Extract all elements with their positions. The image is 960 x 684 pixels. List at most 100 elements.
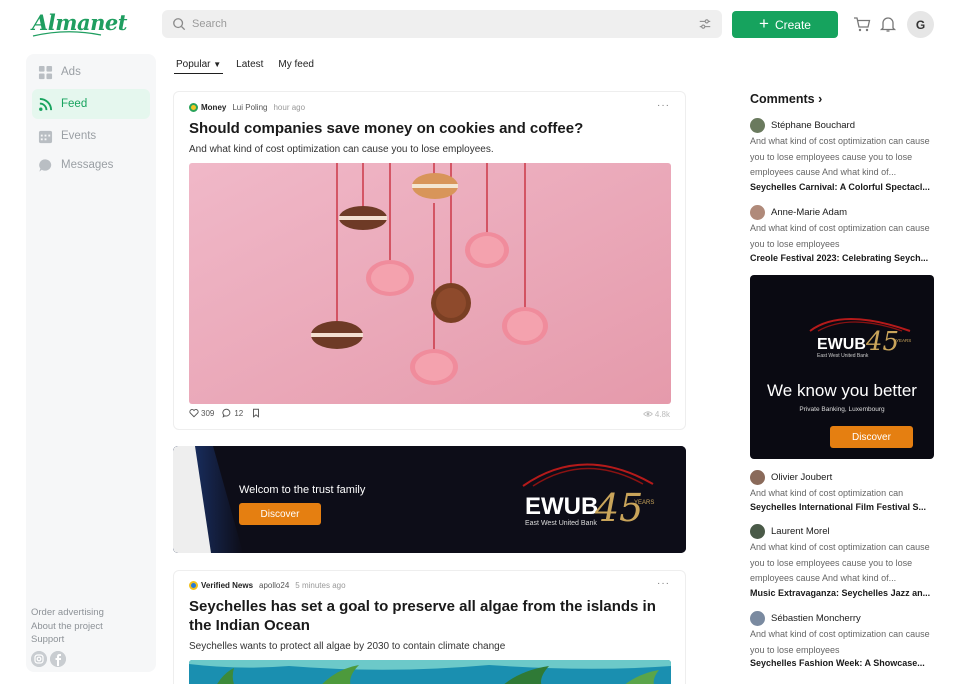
post-image[interactable] <box>189 660 671 684</box>
author-name: Olivier Joubert <box>771 472 833 483</box>
sidebar-item-label: Messages <box>61 159 114 171</box>
chevron-down-icon: ▼ <box>213 60 222 69</box>
discover-button[interactable]: Discover <box>830 426 913 448</box>
post-time: 5 minutes ago <box>295 581 346 590</box>
bookmark-button[interactable] <box>251 408 261 418</box>
comment-author[interactable]: Laurent Morel <box>750 524 830 539</box>
comment-text: And what kind of cost optimization can c… <box>750 223 930 249</box>
post-meta: Money Lui Poling hour ago <box>189 103 305 112</box>
avatar <box>750 470 765 485</box>
more-options-icon[interactable]: ··· <box>657 100 670 111</box>
heart-icon <box>189 409 199 418</box>
avatar <box>750 611 765 626</box>
post-card[interactable]: Verified News apollo24 5 minutes ago ···… <box>173 570 686 684</box>
search-bar[interactable] <box>162 10 722 38</box>
bookmark-icon <box>253 408 260 418</box>
algae-image <box>189 660 671 684</box>
post-meta: Verified News apollo24 5 minutes ago <box>189 581 346 590</box>
filter-icon[interactable] <box>698 17 712 31</box>
ewub-years: YEARS <box>896 338 912 343</box>
cookies-image <box>189 163 671 404</box>
post-subtitle: Seychelles wants to protect all algae by… <box>189 641 506 652</box>
like-button[interactable]: 309 <box>189 408 214 418</box>
comments-heading[interactable]: Comments › <box>750 92 822 106</box>
instagram-icon[interactable] <box>31 651 47 667</box>
create-label: Create <box>774 17 811 32</box>
ewub-subtitle: East West United Bank <box>525 520 597 527</box>
tab-popular[interactable]: Popular ▼ <box>174 59 224 74</box>
cart-icon[interactable] <box>853 15 871 33</box>
views-label: 4.8k <box>654 409 670 419</box>
comment-author[interactable]: Stéphane Bouchard <box>750 118 855 133</box>
view-count: 4.8k <box>642 409 670 419</box>
banner-text: Welcom to the trust family <box>239 484 366 496</box>
discover-button[interactable]: Discover <box>239 503 321 525</box>
post-card[interactable]: Money Lui Poling hour ago ··· Should com… <box>173 91 686 430</box>
logo-swoosh-icon <box>32 31 102 37</box>
ad-banner[interactable]: Welcom to the trust family Discover EWUB… <box>173 446 686 553</box>
comment-post-link[interactable]: Creole Festival 2023: Celebrating Seych.… <box>750 253 936 263</box>
sidebar-item-label: Ads <box>61 66 81 78</box>
comment-button[interactable]: 12 <box>222 408 243 418</box>
plus-icon: + <box>759 14 769 33</box>
post-author[interactable]: apollo24 <box>259 581 289 590</box>
sidebar-item-label: Feed <box>61 98 88 110</box>
post-author[interactable]: Lui Poling <box>232 103 267 112</box>
sidebar-ad[interactable]: EWUB 45 YEARS East West United Bank We k… <box>750 275 934 459</box>
sidebar-item-feed[interactable]: Feed <box>32 89 150 119</box>
ewub-45: 45 <box>866 327 900 357</box>
comments-heading-label: Comments <box>750 92 815 106</box>
category-badge[interactable]: Money <box>189 103 226 112</box>
tab-latest[interactable]: Latest <box>234 59 265 74</box>
feed-tabs: Popular ▼ Latest My feed <box>174 59 316 74</box>
category-badge[interactable]: Verified News <box>189 581 253 590</box>
author-name: Anne-Marie Adam <box>771 207 848 218</box>
sidebar-item-label: Events <box>61 130 97 142</box>
tab-label: Popular <box>176 59 211 70</box>
author-name: Stéphane Bouchard <box>771 120 855 131</box>
sidebar-item-messages[interactable]: Messages <box>32 150 150 180</box>
verified-icon <box>189 581 198 590</box>
ewub-logo: EWUB <box>817 336 866 353</box>
sidebar: Ads Feed Events Messages Order advertisi… <box>26 54 156 672</box>
footer-link-order-advertising[interactable]: Order advertising <box>31 607 104 618</box>
comment-post-link[interactable]: Seychelles International Film Festival S… <box>750 502 936 512</box>
more-options-icon[interactable]: ··· <box>657 578 670 589</box>
rss-icon <box>39 97 53 111</box>
user-avatar[interactable]: G <box>907 11 934 38</box>
calendar-icon <box>38 130 53 143</box>
ewub-logo: EWUB <box>525 493 599 520</box>
chevron-right-icon: › <box>818 92 823 106</box>
footer-link-support[interactable]: Support <box>31 634 64 645</box>
comment-count: 12 <box>234 408 244 418</box>
search-icon <box>173 18 186 31</box>
category-label: Verified News <box>201 581 254 590</box>
post-image[interactable] <box>189 163 671 404</box>
grid-icon <box>38 65 53 79</box>
sidebar-item-events[interactable]: Events <box>32 121 150 151</box>
comment-author[interactable]: Anne-Marie Adam <box>750 205 847 220</box>
money-icon <box>189 103 198 112</box>
comment-post-link[interactable]: Seychelles Fashion Week: A Showcase... <box>750 658 936 668</box>
footer-link-about[interactable]: About the project <box>31 621 103 632</box>
post-subtitle: And what kind of cost optimization can c… <box>189 144 494 155</box>
facebook-icon[interactable] <box>50 651 66 667</box>
create-button[interactable]: + Create <box>732 11 838 38</box>
search-input[interactable] <box>192 18 698 30</box>
avatar <box>750 205 765 220</box>
sidebar-item-ads[interactable]: Ads <box>32 57 150 87</box>
like-count: 309 <box>201 408 215 418</box>
post-title[interactable]: Seychelles has set a goal to preserve al… <box>189 597 673 635</box>
ewub-years: YEARS <box>634 500 655 506</box>
post-stats: 309 12 <box>189 408 261 418</box>
comment-post-link[interactable]: Seychelles Carnival: A Colorful Spectacl… <box>750 182 936 192</box>
comment-post-link[interactable]: Music Extravaganza: Seychelles Jazz an..… <box>750 588 936 598</box>
author-name: Sébastien Moncherry <box>771 613 861 624</box>
comment-author[interactable]: Sébastien Moncherry <box>750 611 861 626</box>
bell-icon[interactable] <box>879 15 897 33</box>
tab-my-feed[interactable]: My feed <box>276 59 316 74</box>
avatar <box>750 524 765 539</box>
author-name: Laurent Morel <box>771 526 830 537</box>
comment-author[interactable]: Olivier Joubert <box>750 470 832 485</box>
post-title[interactable]: Should companies save money on cookies a… <box>189 119 673 138</box>
